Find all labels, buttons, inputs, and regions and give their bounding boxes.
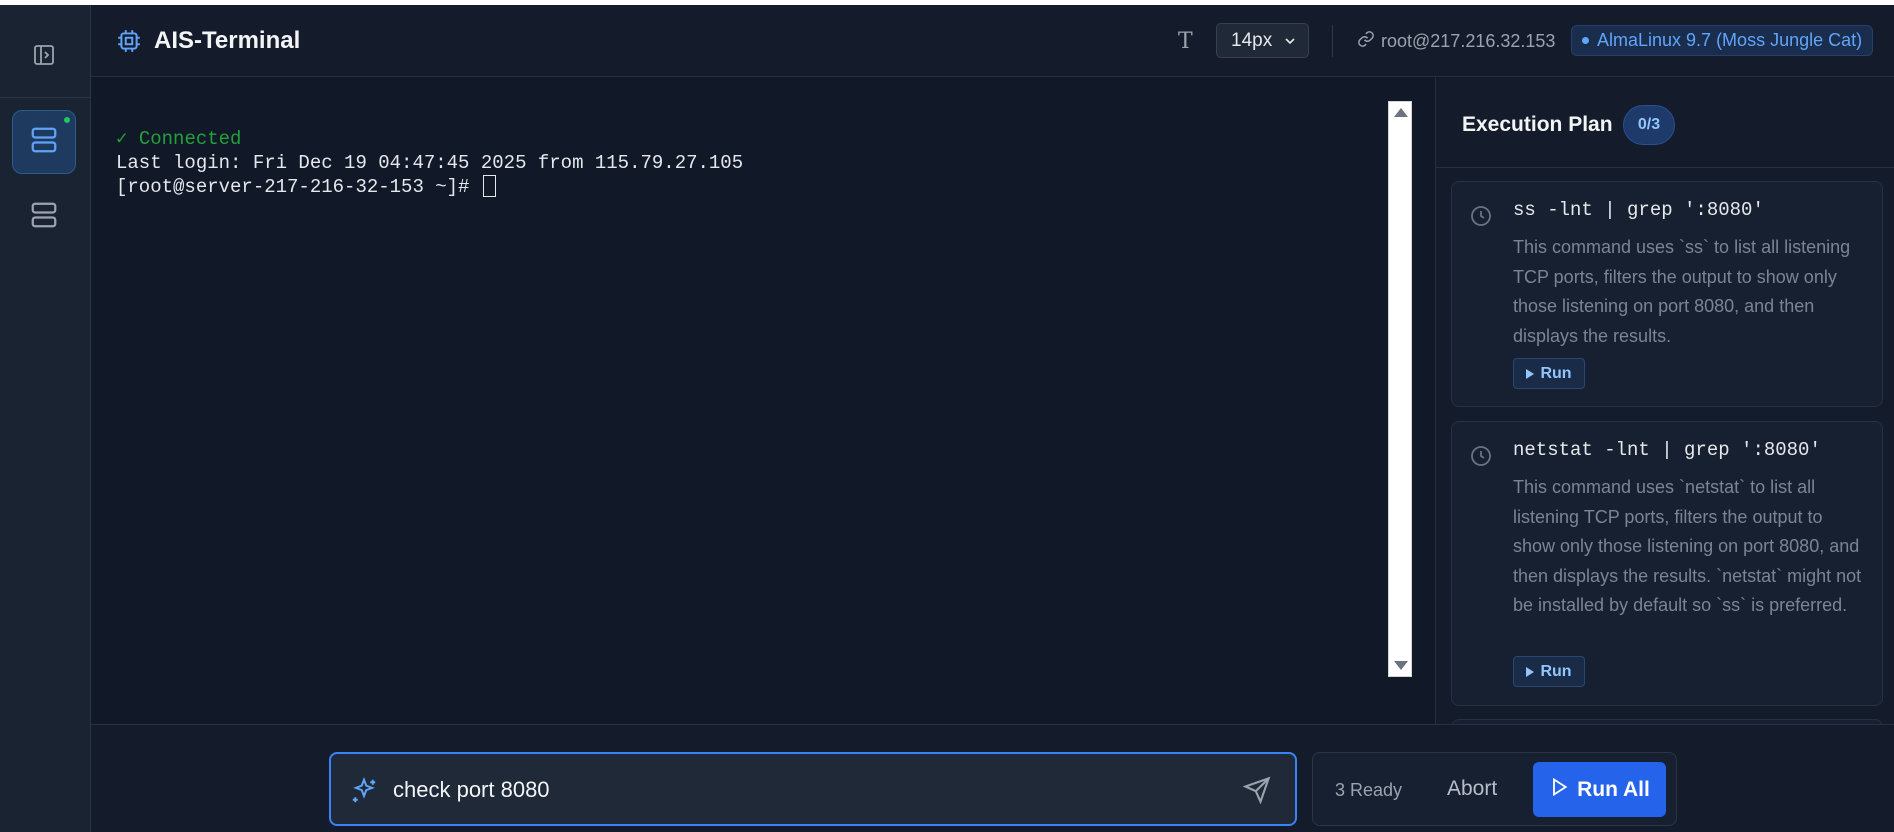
send-icon[interactable] <box>1242 776 1273 806</box>
scroll-down-arrow[interactable] <box>1394 661 1408 670</box>
online-status-dot <box>62 115 72 125</box>
bottom-bar: 3 Ready Abort Run All <box>91 724 1894 832</box>
connection-info: root@217.216.32.153 <box>1357 30 1555 53</box>
server-icon <box>29 125 59 160</box>
plan-progress-badge: 0/3 <box>1623 105 1675 145</box>
link-icon <box>1357 30 1375 53</box>
step-run-button[interactable]: Run <box>1513 358 1585 389</box>
server-list-button[interactable] <box>26 199 62 235</box>
terminal-scrollbar[interactable] <box>1388 101 1412 677</box>
connected-status: ✓ Connected <box>116 128 242 150</box>
ready-count: 3 Ready <box>1335 780 1403 800</box>
run-all-label: Run All <box>1577 777 1650 801</box>
top-header: AIS-Terminal T 14px root@217.216.32.153 … <box>91 5 1894 77</box>
step-description: This command uses `ss` to list all liste… <box>1513 237 1851 346</box>
step-run-button[interactable]: Run <box>1513 656 1585 687</box>
play-outline-icon <box>1549 777 1569 803</box>
run-label: Run <box>1540 662 1572 680</box>
font-size-icon: T <box>1178 29 1193 54</box>
chevron-down-icon <box>1282 33 1298 55</box>
terminal-pane[interactable]: ✓ Connected Last login: Fri Dec 19 04:47… <box>91 78 1436 724</box>
abort-button[interactable]: Abort <box>1447 777 1497 801</box>
os-badge: AlmaLinux 9.7 (Moss Jungle Cat) <box>1571 25 1874 56</box>
plan-step-card: netstat -lnt | grep ':8080' This command… <box>1451 421 1883 706</box>
last-login-line: Last login: Fri Dec 19 04:47:45 2025 fro… <box>116 152 744 174</box>
left-rail <box>0 5 91 832</box>
sidebar-toggle-icon[interactable] <box>30 41 58 69</box>
server-icon <box>29 200 59 235</box>
connection-host: root@217.216.32.153 <box>1381 31 1556 51</box>
app-window: AIS-Terminal T 14px root@217.216.32.153 … <box>0 5 1894 832</box>
sparkles-icon <box>349 776 379 806</box>
plan-header: Execution Plan 0/3 <box>1436 78 1894 168</box>
execution-plan-panel: Execution Plan 0/3 ss -lnt | grep ':8080… <box>1435 78 1894 724</box>
step-description: This command uses `netstat` to list all … <box>1513 477 1862 615</box>
os-label: AlmaLinux 9.7 (Moss Jungle Cat) <box>1597 30 1863 50</box>
os-status-dot <box>1582 37 1589 44</box>
plan-actions: 3 Ready Abort Run All <box>1312 752 1677 826</box>
rail-divider <box>0 97 91 98</box>
play-icon <box>1526 368 1535 379</box>
plan-step-card: ss -lnt | grep ':8080' This command uses… <box>1451 181 1883 407</box>
clock-icon <box>1469 204 1493 228</box>
ai-prompt-input[interactable] <box>393 770 1193 810</box>
cpu-icon <box>115 27 143 55</box>
run-all-button[interactable]: Run All <box>1533 762 1666 817</box>
play-icon <box>1526 666 1535 677</box>
run-label: Run <box>1540 364 1572 382</box>
step-command: ss -lnt | grep ':8080' <box>1513 199 1764 221</box>
terminal-cursor <box>482 175 496 197</box>
terminal-output: ✓ Connected Last login: Fri Dec 19 04:47… <box>116 127 743 199</box>
header-divider <box>1332 25 1333 57</box>
ai-prompt-box[interactable] <box>329 752 1297 826</box>
scroll-up-arrow[interactable] <box>1394 108 1408 117</box>
font-size-value: 14px <box>1231 29 1273 51</box>
clock-icon <box>1469 444 1493 468</box>
shell-prompt: [root@server-217-216-32-153 ~]# <box>116 176 481 198</box>
server-active-button[interactable] <box>12 110 76 174</box>
plan-title: Execution Plan <box>1462 113 1613 136</box>
font-size-select[interactable]: 14px <box>1216 23 1309 58</box>
app-title: AIS-Terminal <box>154 27 301 54</box>
step-command: netstat -lnt | grep ':8080' <box>1513 439 1821 461</box>
